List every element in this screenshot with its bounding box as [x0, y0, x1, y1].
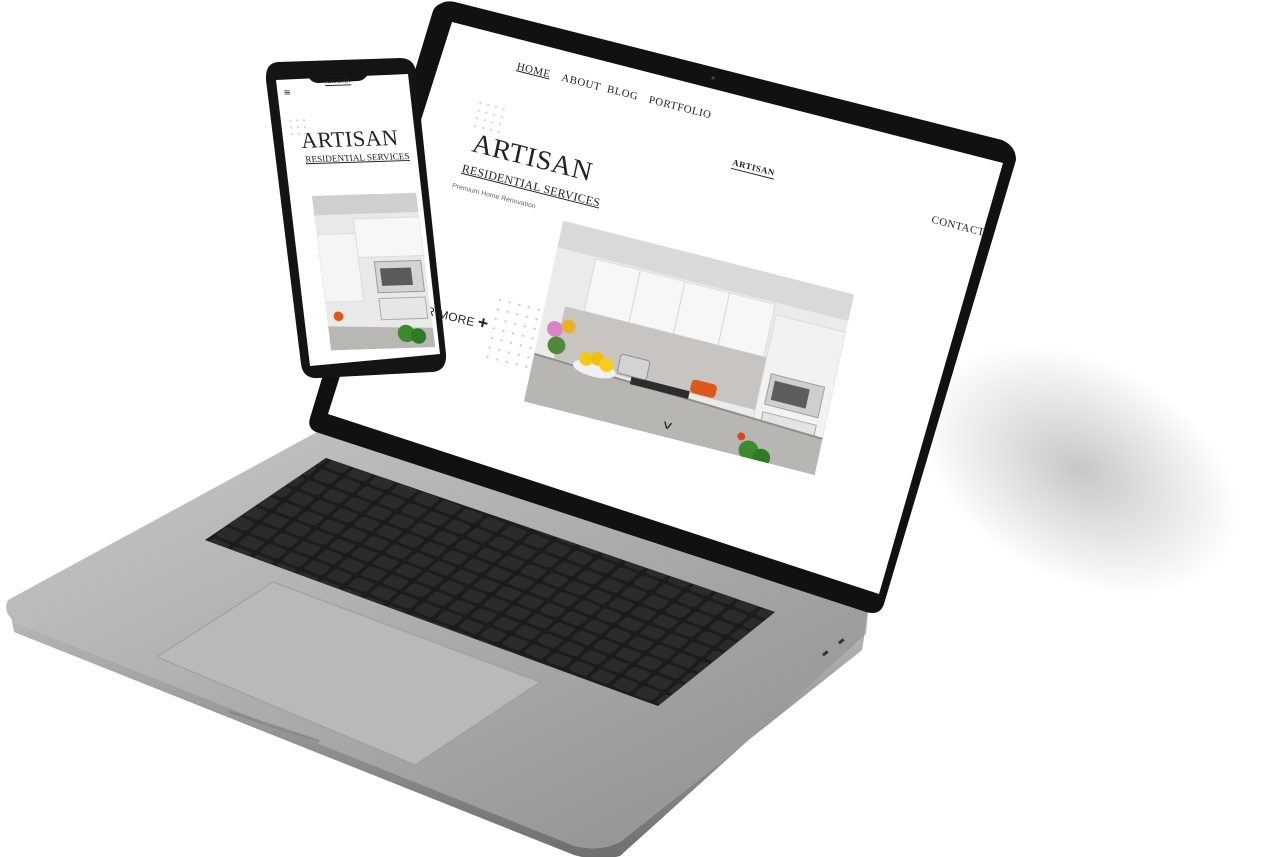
- site-logo[interactable]: ARTISAN: [730, 157, 776, 180]
- hamburger-menu-icon[interactable]: ≡: [283, 88, 291, 98]
- kitchen-photo: [523, 220, 855, 476]
- nav-home[interactable]: HOME: [516, 61, 552, 81]
- nav-portfolio[interactable]: PORTFOLIO: [648, 94, 713, 121]
- kitchen-photo: [311, 192, 436, 351]
- nav-blog[interactable]: BLOG: [606, 83, 639, 102]
- nav-contact[interactable]: CONTACT: [930, 214, 985, 239]
- site-logo[interactable]: ARTISAN: [324, 78, 352, 87]
- nav-about[interactable]: ABOUT: [560, 72, 602, 93]
- hero-title: ARTISAN: [299, 125, 400, 153]
- hero-subtitle: RESIDENTIAL SERVICES: [304, 152, 411, 166]
